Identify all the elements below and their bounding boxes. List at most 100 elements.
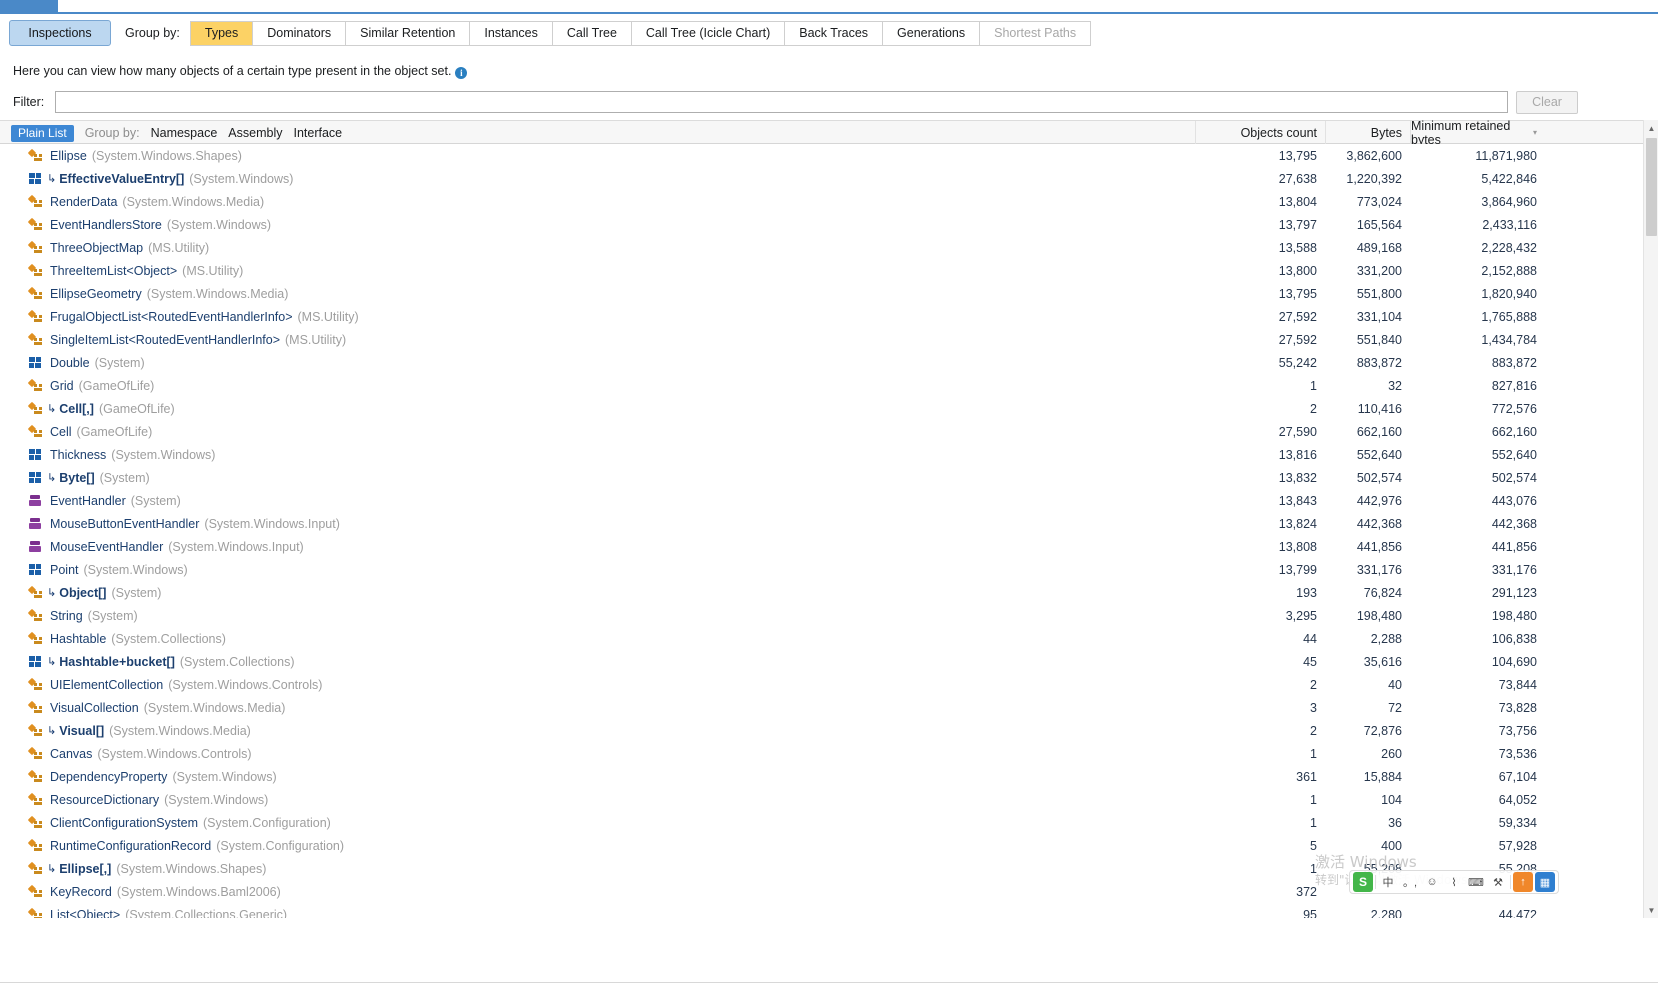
table-row[interactable]: List<Object> (System.Collections.Generic)… (0, 903, 1658, 918)
scroll-up-arrow-icon[interactable]: ▲ (1644, 120, 1658, 136)
type-name[interactable]: Double (50, 356, 90, 370)
table-row[interactable]: DependencyProperty (System.Windows) 361 15,… (0, 765, 1658, 788)
table-row[interactable]: Ellipse (System.Windows.Shapes) 13,795 3,86… (0, 144, 1658, 167)
tab-back-traces[interactable]: Back Traces (785, 21, 884, 45)
type-name[interactable]: Cell (50, 425, 72, 439)
type-name[interactable]: EffectiveValueEntry[] (59, 172, 184, 186)
type-name[interactable]: EventHandlersStore (50, 218, 162, 232)
table-row[interactable]: ↳ Object[] (System) 193 76,824 291,123 (0, 581, 1658, 604)
tab-dominators[interactable]: Dominators (253, 21, 347, 45)
table-row[interactable]: EventHandler (System) 13,843 442,976 443,076 (0, 489, 1658, 512)
type-name[interactable]: Point (50, 563, 79, 577)
table-row[interactable]: FrugalObjectList<RoutedEventHandlerInfo>… (0, 305, 1658, 328)
table-row[interactable]: MouseButtonEventHandler (System.Windows.I… (0, 512, 1658, 535)
table-row[interactable]: Cell (GameOfLife) 27,590 662,160 662,160 (0, 420, 1658, 443)
type-name[interactable]: Thickness (50, 448, 106, 462)
info-icon[interactable]: i (455, 67, 468, 79)
type-name[interactable]: Canvas (50, 747, 92, 761)
table-row[interactable]: MouseEventHandler (System.Windows.Input) 1… (0, 535, 1658, 558)
table-row[interactable]: ClientConfigurationSystem (System.Configu… (0, 811, 1658, 834)
type-name[interactable]: Visual[] (59, 724, 104, 738)
table-row[interactable]: ↳ Visual[] (System.Windows.Media) 2 72,876 73… (0, 719, 1658, 742)
filter-input[interactable] (55, 91, 1508, 113)
table-row[interactable]: Point (System.Windows) 13,799 331,176 331,17… (0, 558, 1658, 581)
ime-toolbar[interactable]: S 中。, ☺ ⌇ ⌨ ⚒ ↑ ▦ (1349, 870, 1559, 894)
type-name[interactable]: Hashtable (50, 632, 106, 646)
type-name[interactable]: DependencyProperty (50, 770, 167, 784)
table-row[interactable]: ↳ Byte[] (System) 13,832 502,574 502,574 (0, 466, 1658, 489)
table-row[interactable]: String (System) 3,295 198,480 198,480 (0, 604, 1658, 627)
array-marker-icon: ↳ (47, 862, 57, 875)
table-row[interactable]: Hashtable (System.Collections) 44 2,288 106,… (0, 627, 1658, 650)
type-name[interactable]: MouseEventHandler (50, 540, 163, 554)
type-name[interactable]: RuntimeConfigurationRecord (50, 839, 211, 853)
type-name[interactable]: RenderData (50, 195, 117, 209)
table-row[interactable]: SingleItemList<RoutedEventHandlerInfo> (M… (0, 328, 1658, 351)
type-name[interactable]: Cell[,] (59, 402, 94, 416)
table-row[interactable]: RuntimeConfigurationRecord (System.Config… (0, 834, 1658, 857)
type-name[interactable]: EventHandler (50, 494, 126, 508)
type-name[interactable]: VisualCollection (50, 701, 139, 715)
table-row[interactable]: Double (System) 55,242 883,872 883,872 (0, 351, 1658, 374)
scroll-down-arrow-icon[interactable]: ▼ (1644, 902, 1658, 918)
column-header-bytes[interactable]: Bytes (1325, 121, 1410, 145)
type-name[interactable]: Hashtable+bucket[] (59, 655, 175, 669)
minimum-retained-bytes-cell: 5,422,846 (1481, 171, 1537, 186)
type-name[interactable]: Object[] (59, 586, 106, 600)
chinese-mode-icon[interactable]: 中 (1378, 872, 1398, 892)
tab-types[interactable]: Types (190, 21, 254, 45)
type-name[interactable]: Byte[] (59, 471, 94, 485)
column-header-objects-count[interactable]: Objects count (1195, 121, 1325, 145)
type-name[interactable]: MouseButtonEventHandler (50, 517, 199, 531)
type-name[interactable]: FrugalObjectList<RoutedEventHandlerInfo> (50, 310, 293, 324)
column-header-minimum-retained-bytes[interactable]: Minimum retained bytes ▾ (1410, 119, 1545, 147)
apps-icon[interactable]: ▦ (1535, 872, 1555, 892)
type-name[interactable]: ClientConfigurationSystem (50, 816, 198, 830)
type-name[interactable]: Ellipse (50, 149, 87, 163)
type-name[interactable]: UIElementCollection (50, 678, 163, 692)
group-by-namespace[interactable]: Namespace (151, 126, 218, 140)
type-name[interactable]: ThreeObjectMap (50, 241, 143, 255)
group-by-interface[interactable]: Interface (293, 126, 342, 140)
table-row[interactable]: ↳ Cell[,] (GameOfLife) 2 110,416 772,576 (0, 397, 1658, 420)
group-by-assembly[interactable]: Assembly (228, 126, 282, 140)
type-name[interactable]: ThreeItemList<Object> (50, 264, 177, 278)
tab-call-tree-icicle[interactable]: Call Tree (Icicle Chart) (631, 21, 786, 45)
table-row[interactable]: RenderData (System.Windows.Media) 13,804 77… (0, 190, 1658, 213)
type-name[interactable]: Grid (50, 379, 74, 393)
tab-generations[interactable]: Generations (883, 21, 981, 45)
type-name[interactable]: List<Object> (50, 908, 120, 919)
type-name[interactable]: EllipseGeometry (50, 287, 142, 301)
scrollbar-thumb[interactable] (1646, 138, 1657, 236)
table-row[interactable]: ThreeItemList<Object> (MS.Utility) 13,800 3… (0, 259, 1658, 282)
type-name[interactable]: String (50, 609, 83, 623)
tab-instances[interactable]: Instances (470, 21, 553, 45)
table-row[interactable]: ↳ EffectiveValueEntry[] (System.Windows) 27… (0, 167, 1658, 190)
upload-icon[interactable]: ↑ (1513, 872, 1533, 892)
sogou-logo-icon[interactable]: S (1353, 872, 1373, 892)
type-name[interactable]: Ellipse[,] (59, 862, 111, 876)
type-name[interactable]: ResourceDictionary (50, 793, 159, 807)
inspections-button[interactable]: Inspections (9, 20, 111, 46)
toolbox-icon[interactable]: ⚒ (1488, 872, 1508, 892)
tab-call-tree[interactable]: Call Tree (552, 21, 632, 45)
type-name[interactable]: KeyRecord (50, 885, 112, 899)
plain-list-chip[interactable]: Plain List (11, 124, 74, 142)
table-row[interactable]: Thickness (System.Windows) 13,816 552,640 55… (0, 443, 1658, 466)
punctuation-icon[interactable]: 。, (1400, 872, 1420, 892)
table-row[interactable]: ThreeObjectMap (MS.Utility) 13,588 489,168 2… (0, 236, 1658, 259)
table-row[interactable]: ResourceDictionary (System.Windows) 1 104 64… (0, 788, 1658, 811)
table-row[interactable]: VisualCollection (System.Windows.Media) 3 7… (0, 696, 1658, 719)
table-row[interactable]: Grid (GameOfLife) 1 32 827,816 (0, 374, 1658, 397)
table-row[interactable]: EllipseGeometry (System.Windows.Media) 13,… (0, 282, 1658, 305)
type-name[interactable]: SingleItemList<RoutedEventHandlerInfo> (50, 333, 280, 347)
voice-input-icon[interactable]: ⌇ (1444, 872, 1464, 892)
table-row[interactable]: Canvas (System.Windows.Controls) 1 260 73,53… (0, 742, 1658, 765)
keyboard-icon[interactable]: ⌨ (1466, 872, 1486, 892)
table-row[interactable]: EventHandlersStore (System.Windows) 13,797… (0, 213, 1658, 236)
vertical-scrollbar[interactable]: ▲ ▼ (1643, 120, 1658, 918)
emoji-icon[interactable]: ☺ (1422, 872, 1442, 892)
table-row[interactable]: ↳ Hashtable+bucket[] (System.Collections) 4… (0, 650, 1658, 673)
tab-similar-retention[interactable]: Similar Retention (346, 21, 471, 45)
table-row[interactable]: UIElementCollection (System.Windows.Contr… (0, 673, 1658, 696)
